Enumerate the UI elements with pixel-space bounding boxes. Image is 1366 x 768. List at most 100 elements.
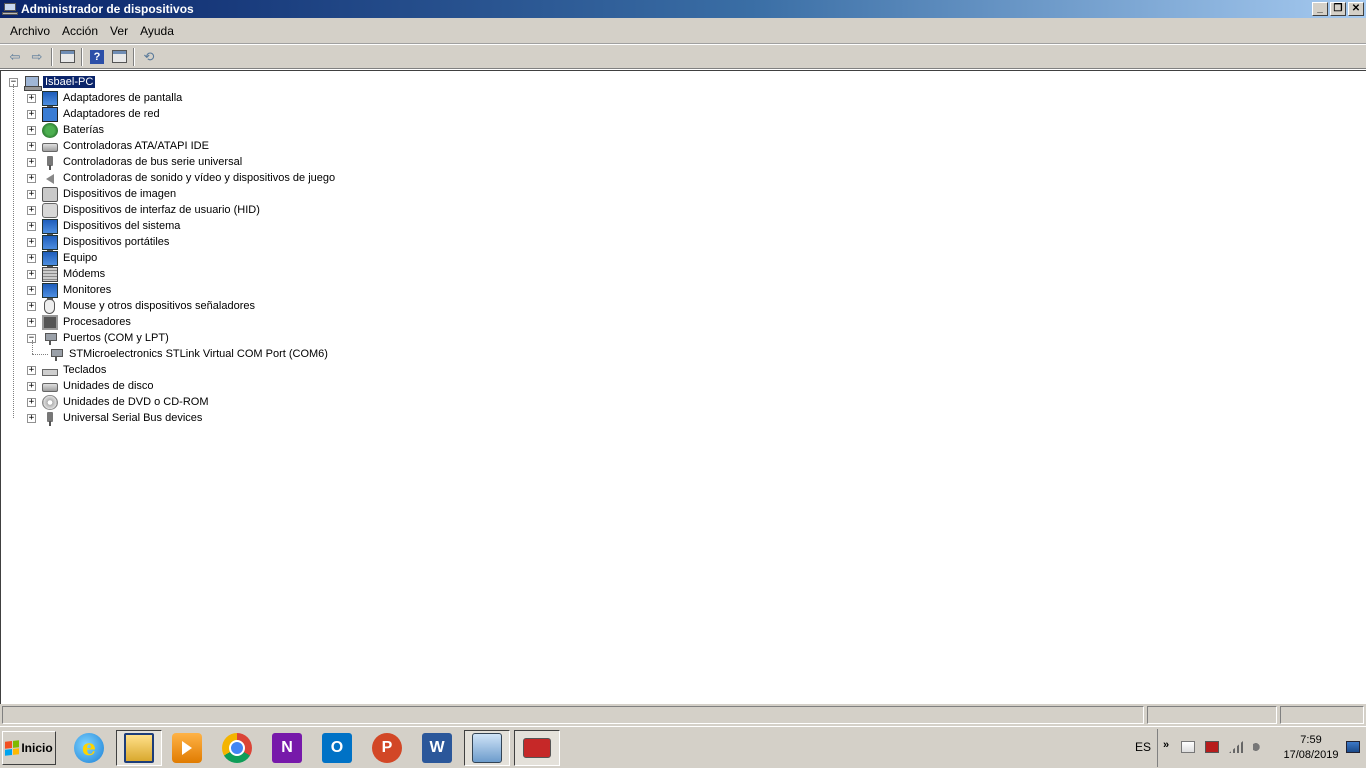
device-manager-toolbox-icon xyxy=(523,738,551,758)
tree-item-label: Dispositivos de imagen xyxy=(63,188,177,200)
tree-item[interactable]: + Módems xyxy=(27,266,107,282)
expand-toggle[interactable]: + xyxy=(27,301,36,311)
language-indicator[interactable]: ES xyxy=(1135,740,1151,754)
media-player-icon xyxy=(172,733,202,763)
clock[interactable]: 7:59 17/08/2019 xyxy=(1280,733,1342,763)
onenote-taskbar-button[interactable]: N xyxy=(264,730,310,766)
expand-toggle[interactable]: + xyxy=(27,365,36,375)
back-arrow-icon: ⇦ xyxy=(9,48,21,64)
network-adapter-icon xyxy=(42,106,58,122)
help-button[interactable]: ? xyxy=(86,47,108,67)
tree-item[interactable]: + Controladoras de bus serie universal xyxy=(27,154,244,170)
word-taskbar-button[interactable]: W xyxy=(414,730,460,766)
internet-explorer-taskbar-button[interactable]: e xyxy=(66,730,112,766)
tree-root[interactable]: − Isbael-PC xyxy=(9,74,97,91)
outlook-taskbar-button[interactable]: O xyxy=(314,730,360,766)
expand-toggle[interactable]: + xyxy=(27,285,36,295)
sound-icon xyxy=(42,171,58,186)
expand-toggle[interactable]: + xyxy=(27,397,36,407)
status-bar xyxy=(0,704,1366,726)
tree-item[interactable]: + Adaptadores de red xyxy=(27,106,162,122)
taskbar: Inicio e NOPW ES » 7:59 17/08/2019 xyxy=(0,726,1366,768)
device-tree[interactable]: − Isbael-PC + Adaptadores de pantalla + Ada… xyxy=(0,70,1366,704)
device-manager-toolbox-taskbar-button[interactable] xyxy=(514,730,560,766)
tree-item-label: Universal Serial Bus devices xyxy=(63,412,203,424)
control-panel-taskbar-button[interactable] xyxy=(464,730,510,766)
internet-explorer-icon: e xyxy=(74,733,104,763)
status-pane-main xyxy=(2,706,1144,724)
restore-button[interactable]: ❐ xyxy=(1330,2,1346,16)
forward-button[interactable]: ⇨ xyxy=(26,47,48,67)
tree-item[interactable]: + Unidades de DVD o CD-ROM xyxy=(27,394,211,410)
expand-toggle[interactable]: + xyxy=(27,205,36,215)
tree-item-label: Controladoras ATA/ATAPI IDE xyxy=(63,140,209,152)
tree-item[interactable]: + Mouse y otros dispositivos señaladores xyxy=(27,298,257,314)
powerpoint-taskbar-button[interactable]: P xyxy=(364,730,410,766)
expand-toggle[interactable]: + xyxy=(27,253,36,263)
action-center-flag-icon[interactable] xyxy=(1181,741,1195,753)
tree-item[interactable]: + Universal Serial Bus devices xyxy=(27,410,204,426)
properties-icon xyxy=(111,50,127,63)
tree-item[interactable]: + Teclados xyxy=(27,362,108,378)
mouse-icon xyxy=(44,298,55,314)
tree-item[interactable]: + Dispositivos del sistema xyxy=(27,218,182,236)
expand-toggle[interactable]: + xyxy=(27,141,36,151)
tree-child-connector xyxy=(32,340,33,354)
tree-item[interactable]: + Unidades de disco xyxy=(27,378,156,394)
security-alert-icon[interactable] xyxy=(1205,741,1219,753)
menu-accion[interactable]: Acción xyxy=(56,21,104,41)
windows-flag-icon xyxy=(5,740,20,756)
tree-item[interactable]: + Equipo xyxy=(27,250,99,268)
minimize-button[interactable]: _ xyxy=(1312,2,1328,16)
show-hidden-icons-button[interactable]: » xyxy=(1163,739,1169,751)
tree-item[interactable]: + Controladoras de sonido y vídeo y dispo… xyxy=(27,170,337,186)
menu-ayuda[interactable]: Ayuda xyxy=(134,21,180,41)
computer-monitor-icon xyxy=(42,250,58,268)
tree-item[interactable]: + Procesadores xyxy=(27,314,133,330)
expand-toggle[interactable]: + xyxy=(27,237,36,247)
expand-toggle[interactable]: + xyxy=(27,269,36,279)
properties-button[interactable] xyxy=(108,47,130,67)
tree-item-label: Dispositivos de interfaz de usuario (HID… xyxy=(63,204,260,216)
display-adapter-icon xyxy=(42,90,58,108)
tree-item[interactable]: + Adaptadores de pantalla xyxy=(27,90,184,108)
expand-toggle[interactable]: + xyxy=(27,93,36,103)
expand-toggle[interactable]: + xyxy=(27,221,36,231)
tree-child-item[interactable]: STMicroelectronics STLink Virtual COM Po… xyxy=(48,346,330,362)
ide-controller-icon xyxy=(42,143,58,152)
tree-item[interactable]: + Dispositivos de imagen xyxy=(27,186,178,202)
show-desktop-button[interactable] xyxy=(1346,741,1360,753)
tree-item-label: Monitores xyxy=(63,284,112,296)
tree-item[interactable]: − Puertos (COM y LPT) xyxy=(27,330,171,346)
expand-toggle[interactable]: + xyxy=(27,413,36,423)
expand-toggle[interactable]: + xyxy=(27,109,36,119)
expand-toggle[interactable]: + xyxy=(27,157,36,167)
tree-item[interactable]: + Dispositivos de interfaz de usuario (HI… xyxy=(27,202,262,218)
expand-toggle[interactable]: + xyxy=(27,317,36,327)
menu-ver[interactable]: Ver xyxy=(104,21,134,41)
tree-item[interactable]: + Dispositivos portátiles xyxy=(27,234,171,252)
show-console-tree-button[interactable] xyxy=(56,47,78,67)
chrome-taskbar-button[interactable] xyxy=(214,730,260,766)
tree-item[interactable]: + Baterías xyxy=(27,122,106,138)
tree-item[interactable]: + Controladoras ATA/ATAPI IDE xyxy=(27,138,211,154)
media-player-taskbar-button[interactable] xyxy=(164,730,210,766)
word-icon: W xyxy=(422,733,452,763)
expand-toggle[interactable]: + xyxy=(27,125,36,135)
file-explorer-taskbar-button[interactable] xyxy=(116,730,162,766)
tree-child-connector xyxy=(32,354,48,355)
console-tree-icon xyxy=(59,50,75,63)
close-button[interactable]: ✕ xyxy=(1348,2,1364,16)
expand-toggle[interactable]: + xyxy=(27,189,36,199)
expand-toggle[interactable]: + xyxy=(27,173,36,183)
scan-hardware-button[interactable]: ⟲ xyxy=(138,47,160,67)
menu-archivo[interactable]: Archivo xyxy=(4,21,56,41)
expand-toggle[interactable]: + xyxy=(27,381,36,391)
start-button[interactable]: Inicio xyxy=(2,731,56,765)
scan-hardware-icon: ⟲ xyxy=(143,48,155,64)
tree-item[interactable]: + Monitores xyxy=(27,282,113,300)
volume-icon[interactable] xyxy=(1253,741,1267,753)
chrome-icon xyxy=(222,733,252,763)
back-button[interactable]: ⇦ xyxy=(4,47,26,67)
title-bar[interactable]: Administrador de dispositivos _ ❐ ✕ xyxy=(0,0,1366,18)
